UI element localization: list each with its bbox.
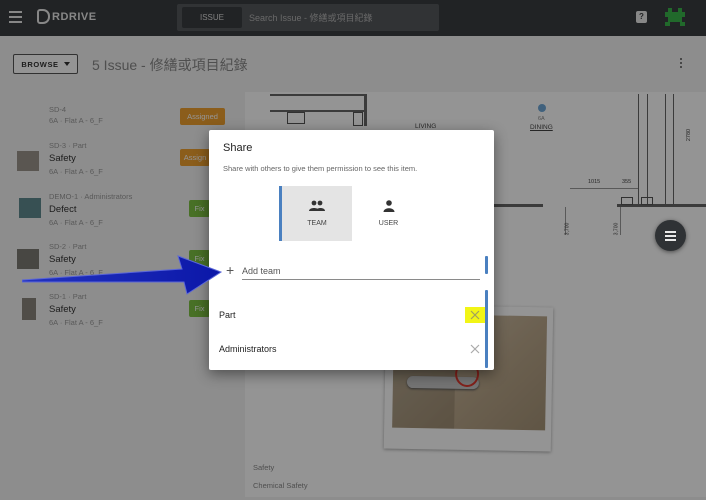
team-list-scrollbar[interactable]	[485, 290, 488, 368]
user-icon	[383, 200, 394, 212]
plus-icon[interactable]: +	[226, 263, 234, 277]
tab-team[interactable]: TEAM	[279, 186, 352, 241]
close-icon	[470, 344, 480, 354]
remove-team-button[interactable]	[465, 341, 485, 357]
team-list-item: Administrators	[209, 332, 483, 366]
team-name: Administrators	[219, 344, 277, 354]
team-name: Part	[219, 310, 236, 320]
tab-team-label: TEAM	[307, 220, 327, 227]
team-icon	[309, 200, 325, 211]
remove-team-button[interactable]	[465, 307, 485, 323]
share-dialog: Share Share with others to give them per…	[209, 130, 494, 370]
list-fab-button[interactable]	[655, 220, 686, 251]
autocomplete-scrollbar[interactable]	[485, 256, 488, 274]
add-team-input[interactable]	[242, 263, 480, 280]
tab-user-label: USER	[378, 220, 399, 227]
annotation-arrow-icon	[22, 255, 222, 295]
dialog-description: Share with others to give them permissio…	[223, 164, 418, 173]
team-list-item: Part	[209, 298, 485, 332]
tab-user[interactable]: USER	[352, 186, 425, 241]
dialog-title: Share	[223, 142, 253, 154]
close-icon	[470, 310, 480, 320]
